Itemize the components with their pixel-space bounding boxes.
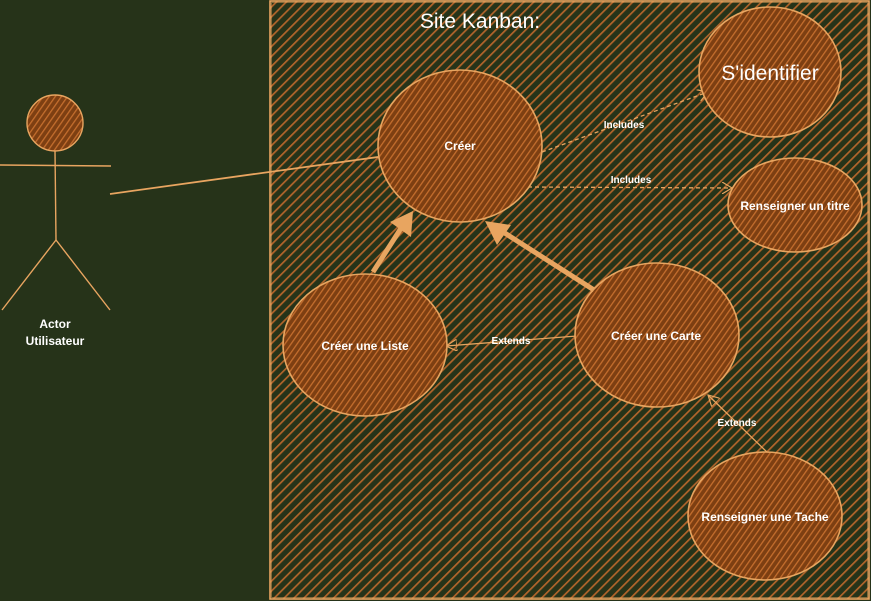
- includes-label-2: Includes: [611, 175, 652, 186]
- usecase-identifier-label: S'identifier: [721, 62, 818, 85]
- usecase-carte-label: Créer une Carte: [611, 329, 701, 343]
- system-title: Site Kanban:: [420, 10, 540, 33]
- actor-label-line2: Utilisateur: [26, 334, 85, 348]
- includes-label-1: Includes: [604, 120, 645, 131]
- use-case-diagram: Site Kanban: Actor Utilisateur Créer S'i…: [0, 0, 870, 600]
- actor-label-line1: Actor: [39, 317, 71, 331]
- extends-label-2: Extends: [718, 418, 757, 429]
- extends-label-1: Extends: [492, 336, 531, 347]
- actor-stick-figure: [0, 94, 112, 311]
- usecase-creer-label: Créer: [444, 139, 476, 153]
- usecase-titre-label: Renseigner un titre: [740, 199, 850, 213]
- usecase-liste-label: Créer une Liste: [321, 339, 409, 353]
- usecase-tache-label: Renseigner une Tache: [701, 510, 828, 524]
